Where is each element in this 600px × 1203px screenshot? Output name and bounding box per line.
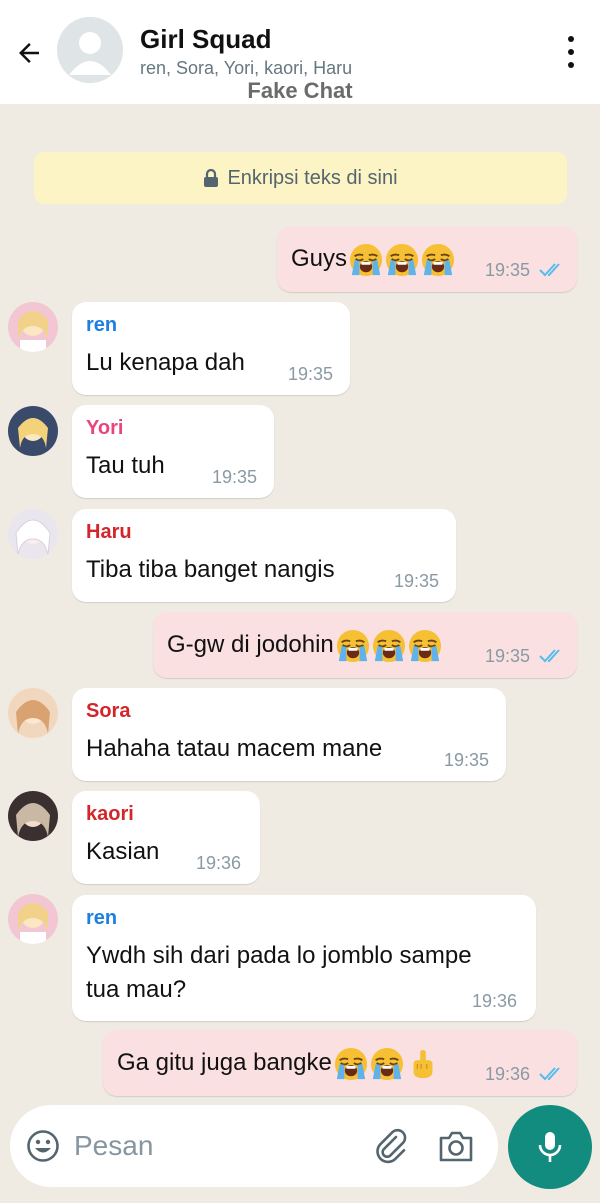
back-arrow-icon (19, 43, 39, 63)
encryption-banner[interactable]: Enkripsi teks di sini (34, 152, 567, 204)
message-time: 19:36 (485, 1064, 531, 1084)
message-time: 19:35 (485, 646, 531, 666)
message-text: Lu kenapa dah (86, 349, 245, 376)
sender-name[interactable]: Yori (86, 417, 123, 440)
sender-name[interactable]: kaori (86, 803, 134, 826)
message-time: 19:35 (288, 364, 334, 384)
paperclip-icon[interactable] (372, 1127, 410, 1165)
loudly-crying-face-icon (349, 243, 383, 277)
avatar-kaori[interactable] (8, 791, 58, 841)
message-text: Kasian (86, 838, 160, 865)
avatar-sora[interactable] (8, 688, 58, 738)
message-bubble-outgoing[interactable]: Ga gitu juga bangke 19:36 (103, 1030, 577, 1096)
message-time: 19:35 (485, 260, 531, 280)
middle-finger-icon (406, 1047, 440, 1081)
message-text: Ga gitu juga bangke (117, 1049, 332, 1076)
message-text: Guys (291, 245, 348, 272)
message-time: 19:35 (444, 750, 490, 770)
chat-area: Enkripsi teks di sini Guys 19:35 ren Lu … (0, 104, 600, 1104)
loudly-crying-face-icon (421, 243, 455, 277)
avatar-haru[interactable] (8, 509, 58, 559)
message-text: Tiba tiba banget nangis (86, 556, 335, 583)
message-text: Hahaha tatau macem mane (86, 735, 383, 762)
lock-icon (204, 169, 219, 187)
message-bubble-outgoing[interactable]: G-gw di jodohin 19:35 (153, 612, 577, 678)
loudly-crying-face-icon (372, 629, 406, 663)
message-text: G-gw di jodohin (167, 631, 334, 658)
double-check-icon (539, 263, 560, 277)
more-vert-dot (568, 62, 574, 68)
more-vert-dot (568, 49, 574, 55)
double-check-icon (539, 649, 560, 663)
message-input[interactable] (74, 1125, 354, 1167)
message-bubble-incoming[interactable]: ren Ywdh sih dari pada lo jomblo sampe t… (72, 895, 536, 1021)
sender-name[interactable]: Sora (86, 700, 130, 723)
message-text-line1: Ywdh sih dari pada lo jomblo sampe (86, 942, 472, 969)
sender-name[interactable]: Haru (86, 521, 132, 544)
emoji-icon[interactable] (26, 1129, 60, 1163)
loudly-crying-face-icon (336, 629, 370, 663)
avatar-ren[interactable] (8, 302, 58, 352)
more-vert-icon (568, 36, 574, 42)
message-bubble-incoming[interactable]: kaori Kasian 19:36 (72, 791, 260, 884)
message-input-bar (10, 1105, 498, 1187)
encryption-text: Enkripsi teks di sini (227, 166, 398, 189)
sender-name[interactable]: ren (86, 907, 117, 930)
group-avatar-icon (57, 17, 123, 83)
loudly-crying-face-icon (370, 1047, 404, 1081)
message-bubble-incoming[interactable]: Yori Tau tuh 19:35 (72, 405, 274, 498)
camera-icon[interactable] (438, 1129, 474, 1163)
avatar-ren[interactable] (8, 894, 58, 944)
mic-button[interactable] (508, 1105, 592, 1189)
loudly-crying-face-icon (408, 629, 442, 663)
double-check-icon (539, 1067, 560, 1081)
more-options-button[interactable] (564, 36, 578, 68)
loudly-crying-face-icon (334, 1047, 368, 1081)
message-time: 19:35 (394, 571, 440, 591)
group-title[interactable]: Girl Squad (140, 24, 271, 55)
message-bubble-incoming[interactable]: Haru Tiba tiba banget nangis 19:35 (72, 509, 456, 602)
message-text: Tau tuh (86, 452, 165, 479)
back-button[interactable] (12, 36, 46, 70)
group-avatar[interactable] (57, 17, 123, 83)
fake-chat-watermark: Fake Chat (247, 78, 353, 103)
group-members[interactable]: ren, Sora, Yori, kaori, Haru (140, 58, 352, 79)
message-time: 19:35 (212, 467, 258, 487)
loudly-crying-face-icon (385, 243, 419, 277)
chat-header: Girl Squad ren, Sora, Yori, kaori, Haru … (0, 0, 600, 104)
message-bubble-incoming[interactable]: Sora Hahaha tatau macem mane 19:35 (72, 688, 506, 781)
message-time: 19:36 (196, 853, 242, 873)
message-bubble-outgoing[interactable]: Guys 19:35 (277, 226, 577, 292)
avatar-yori[interactable] (8, 406, 58, 456)
sender-name[interactable]: ren (86, 314, 117, 337)
message-time: 19:36 (472, 991, 518, 1011)
mic-icon (538, 1132, 562, 1162)
message-bubble-incoming[interactable]: ren Lu kenapa dah 19:35 (72, 302, 350, 395)
message-text-line2: tua mau? (86, 976, 187, 1003)
